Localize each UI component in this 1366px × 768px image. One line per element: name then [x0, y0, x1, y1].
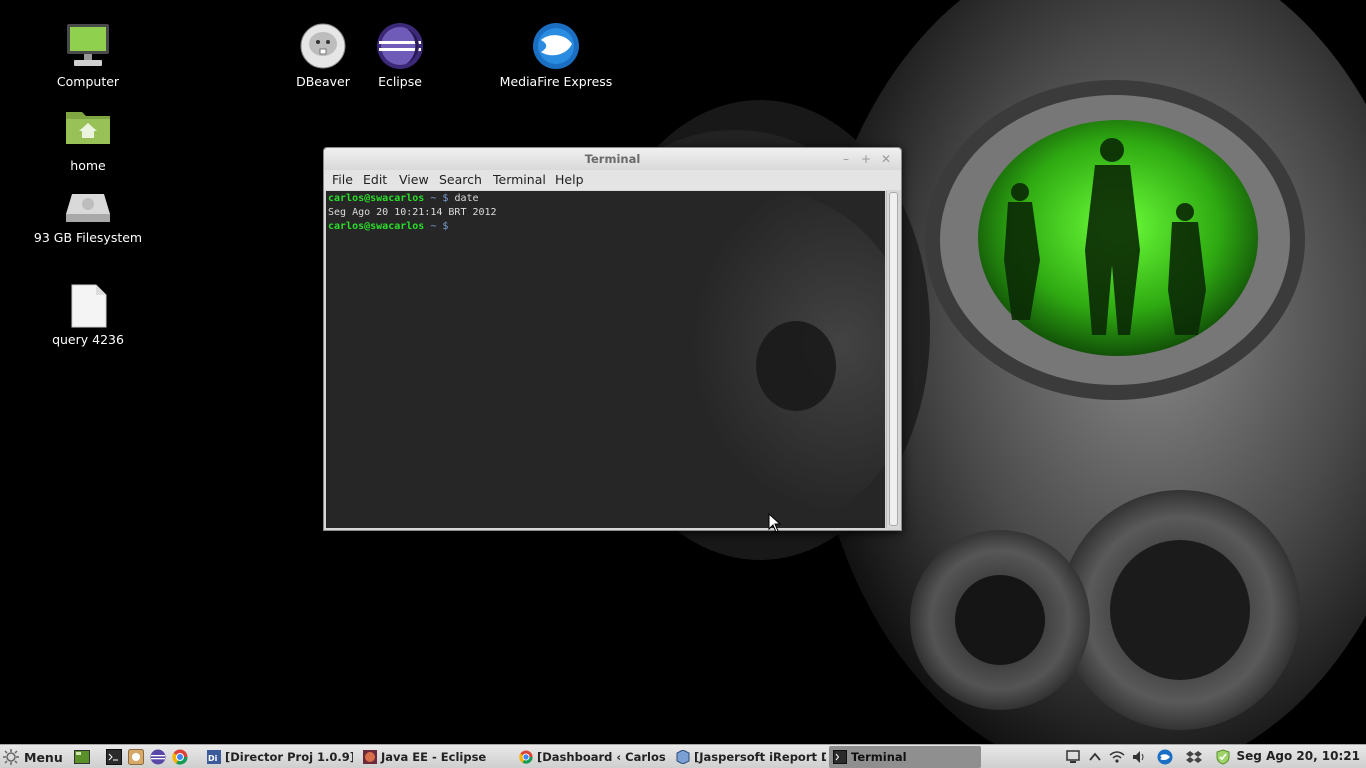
menu-icon: [3, 749, 19, 765]
file-manager-icon[interactable]: [128, 749, 144, 765]
dropbox-icon[interactable]: [1186, 749, 1202, 765]
wifi-icon[interactable]: [1109, 749, 1125, 765]
task-label: [Jaspersoft iReport D...: [694, 750, 826, 764]
close-button[interactable]: ✕: [878, 151, 894, 167]
desktop-icon-filesystem[interactable]: 93 GB Filesystem: [28, 190, 148, 245]
eclipse-icon: [376, 22, 424, 70]
menu-label: Menu: [24, 749, 63, 765]
task-label: Java EE - Eclipse: [381, 750, 487, 764]
director-icon: Di: [207, 750, 221, 764]
terminal-line: Seg Ago 20 10:21:14 BRT 2012: [328, 207, 497, 218]
scrollbar-thumb[interactable]: [889, 192, 898, 526]
terminal-icon[interactable]: [106, 749, 122, 765]
taskbar: Menu Di [Director Proj 1.0.9] Java EE - …: [0, 744, 1366, 768]
desktop-icon-label: home: [70, 158, 106, 173]
desktop-icon-computer[interactable]: Computer: [28, 22, 148, 89]
terminal-icon: [833, 750, 847, 764]
menu-file[interactable]: File: [332, 172, 353, 187]
task-dashboard-chrome[interactable]: [Dashboard ‹ Carlos ...: [515, 746, 667, 768]
desktop-icon-mediafire[interactable]: MediaFire Express: [496, 22, 616, 89]
terminal-output[interactable]: carlos@swacarlos ~ $ date Seg Ago 20 10:…: [326, 191, 885, 528]
computer-icon: [64, 22, 112, 70]
task-director-proj[interactable]: Di [Director Proj 1.0.9]: [203, 746, 353, 768]
ireport-icon: [676, 750, 690, 764]
eclipse-icon: [363, 750, 377, 764]
task-terminal[interactable]: Terminal: [829, 746, 981, 768]
maximize-button[interactable]: +: [858, 151, 874, 167]
terminal-window[interactable]: Terminal – + ✕ File Edit View Search Ter…: [323, 147, 902, 531]
prompt-user: carlos@swacarlos: [328, 193, 425, 204]
window-title: Terminal: [584, 152, 641, 166]
eclipse-icon[interactable]: [150, 749, 166, 765]
task-jaspersoft-ireport[interactable]: [Jaspersoft iReport D...: [672, 746, 826, 768]
chrome-icon[interactable]: [172, 749, 188, 765]
desktop-icon-eclipse[interactable]: Eclipse: [340, 22, 460, 89]
desktop-icon-query-file[interactable]: query 4236: [28, 284, 148, 347]
start-menu-button[interactable]: Menu: [2, 747, 63, 767]
terminal-line: carlos@swacarlos ~ $ date: [328, 193, 479, 204]
window-titlebar[interactable]: Terminal – + ✕: [324, 148, 901, 170]
mediafire-tray-icon[interactable]: [1157, 749, 1173, 765]
desktop-icon-home[interactable]: home: [28, 106, 148, 173]
scrollbar[interactable]: [886, 191, 899, 528]
menu-edit[interactable]: Edit: [363, 172, 387, 187]
prompt-path: ~ $: [424, 193, 455, 204]
desktop-icon-label: Eclipse: [378, 74, 422, 89]
menubar: File Edit View Search Terminal Help: [324, 170, 901, 190]
prompt-user: carlos@swacarlos: [328, 221, 425, 232]
task-label: [Director Proj 1.0.9]: [225, 750, 353, 764]
menu-terminal[interactable]: Terminal: [493, 172, 546, 187]
terminal-line: carlos@swacarlos ~ $: [328, 221, 454, 232]
show-desktop-icon[interactable]: [74, 749, 90, 765]
desktop-icon-label: query 4236: [52, 332, 124, 347]
minimize-button[interactable]: –: [838, 151, 854, 167]
task-java-ee-eclipse[interactable]: Java EE - Eclipse: [359, 746, 509, 768]
network-icon[interactable]: [1065, 749, 1081, 765]
home-folder-icon: [64, 106, 112, 154]
task-label: Terminal: [851, 750, 907, 764]
chevron-up-icon[interactable]: [1087, 749, 1103, 765]
mouse-pointer-icon: [768, 513, 782, 533]
task-label: [Dashboard ‹ Carlos ...: [537, 750, 667, 764]
clock[interactable]: Seg Ago 20, 10:21: [1237, 749, 1360, 763]
menu-view[interactable]: View: [399, 172, 429, 187]
chrome-icon: [519, 750, 533, 764]
desktop-icon-label: MediaFire Express: [499, 74, 613, 89]
desktop-icon-label: Computer: [56, 74, 120, 89]
menu-search[interactable]: Search: [439, 172, 482, 187]
desktop-icon-label: 93 GB Filesystem: [33, 230, 143, 245]
terminal-background-image: [326, 191, 885, 528]
file-icon: [64, 284, 112, 328]
drive-icon: [64, 190, 112, 226]
mediafire-icon: [532, 22, 580, 70]
command-text: date: [454, 193, 479, 204]
volume-icon[interactable]: [1131, 749, 1147, 765]
prompt-path: ~ $: [424, 221, 455, 232]
menu-help[interactable]: Help: [555, 172, 584, 187]
svg-text:Di: Di: [208, 754, 218, 763]
update-shield-icon[interactable]: [1215, 749, 1231, 765]
